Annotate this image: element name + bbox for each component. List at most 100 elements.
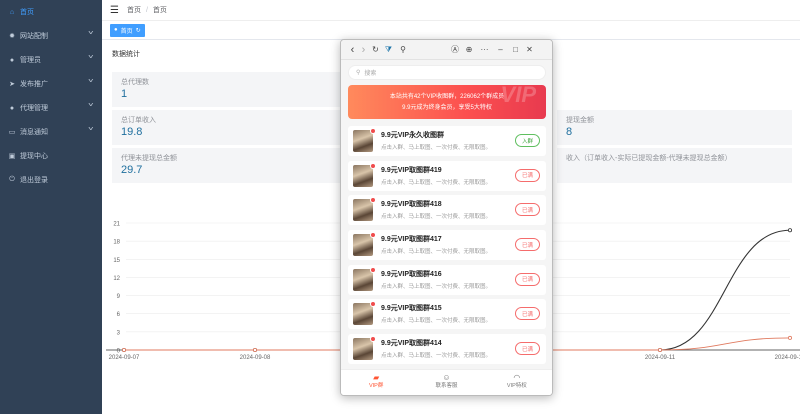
logout-icon: ⏻ xyxy=(9,176,15,183)
search-input[interactable]: ⚲ 搜索 xyxy=(348,65,546,80)
data-point xyxy=(658,347,663,352)
search-icon: ⚲ xyxy=(356,70,361,76)
y-tick-label: 0 xyxy=(117,349,121,355)
group-card[interactable]: 9.9元VIP取图群415 点击入群、马上取图、一次付费、无限取图。 已满 xyxy=(348,299,546,330)
group-thumbnail xyxy=(353,338,373,361)
refresh-icon[interactable]: ↻ xyxy=(369,45,382,54)
chevron-down-icon: ˅ xyxy=(88,103,95,109)
send-icon: ➤ xyxy=(9,81,15,88)
menu-toggle-icon[interactable]: ☰ xyxy=(110,5,119,16)
nav-item-2[interactable]: ◠ VIP特权 xyxy=(482,370,552,395)
message-icon: ▭ xyxy=(8,129,16,136)
group-title: 9.9元VIP取图群417 xyxy=(381,236,442,244)
stat-label: 总代理数 xyxy=(121,79,149,86)
data-point xyxy=(252,347,257,352)
data-point xyxy=(121,347,126,352)
promo-banner[interactable]: VIP 本站共有42个VIP收图群，226062个群成员 9.9元成为终身会员，… xyxy=(348,85,546,119)
nav-label: VIP群 xyxy=(368,383,384,389)
stat-value: 1 xyxy=(121,88,128,100)
search-placeholder: 搜索 xyxy=(364,71,377,77)
sidebar-item-2[interactable]: ● 管理员 ˅ xyxy=(0,48,102,72)
tags-bar: ● 首页 ↻ xyxy=(102,20,800,40)
back-icon[interactable]: ‹ xyxy=(347,44,358,56)
group-card[interactable]: 9.9元VIP取图群419 点击入群、马上取图、一次付费、无限取图。 已满 xyxy=(348,160,546,191)
browser-toolbar: ‹ › ↻ ⧩ ⚲ Ⓐ ⊕ ··· – □ ✕ xyxy=(341,40,552,60)
nav-label: 联系客服 xyxy=(435,383,458,389)
data-point xyxy=(788,228,793,233)
group-list: 9.9元VIP永久收图群 点击入群、马上取图、一次付费、无限取图。 入群 9.9元VI… xyxy=(348,126,546,369)
notification-dot xyxy=(370,197,376,204)
more-icon[interactable]: ··· xyxy=(476,45,493,54)
chevron-down-icon: ˅ xyxy=(88,79,95,85)
tag-home[interactable]: ● 首页 ↻ xyxy=(110,23,145,37)
nav-item-0[interactable]: ▰ VIP群 xyxy=(341,370,411,395)
globe-icon[interactable]: ⊕ xyxy=(462,45,476,54)
group-title: 9.9元VIP取图群419 xyxy=(381,166,442,174)
sidebar-item-1[interactable]: ✹ 网站配制 ˅ xyxy=(0,24,102,48)
full-button[interactable]: 已满 xyxy=(515,203,540,217)
stat-card-withdrawn: 提现金额 8 xyxy=(557,110,792,145)
sidebar-item-7[interactable]: ⏻ 退出登录 xyxy=(0,168,102,192)
sidebar-item-4[interactable]: ● 代理管理 ˅ xyxy=(0,96,102,120)
group-card[interactable]: 9.9元VIP取图群418 点击入群、马上取图、一次付费、无限取图。 已满 xyxy=(348,195,546,226)
user-icon: ● xyxy=(9,104,15,112)
y-tick-label: 15 xyxy=(113,258,120,264)
group-thumbnail xyxy=(353,199,373,222)
x-tick-label: 2024-09-07 xyxy=(109,355,140,360)
notification-dot xyxy=(370,232,376,239)
stat-value: 8 xyxy=(566,126,573,138)
stat-card-net-income: 收入（订单收入-实际已提现金额-代理未提现总金额） xyxy=(557,148,792,183)
group-card[interactable]: 9.9元VIP取图群414 点击入群、马上取图、一次付费、无限取图。 已满 xyxy=(348,334,546,365)
minimize-icon[interactable]: – xyxy=(493,45,508,54)
full-button[interactable]: 已满 xyxy=(515,168,540,182)
sidebar-item-label: 消息通知 xyxy=(20,129,48,136)
popup-content: ⚲ 搜索 VIP 本站共有42个VIP收图群，226062个群成员 9.9元成为… xyxy=(341,60,552,395)
refresh-icon[interactable]: ↻ xyxy=(136,27,141,34)
close-icon[interactable]: ✕ xyxy=(523,45,536,54)
user-icon: ● xyxy=(9,56,15,64)
group-card[interactable]: 9.9元VIP永久收图群 点击入群、马上取图、一次付费、无限取图。 入群 xyxy=(348,126,546,156)
sidebar-item-6[interactable]: ▣ 提现中心 xyxy=(0,144,102,168)
data-point xyxy=(788,335,793,340)
group-thumbnail xyxy=(353,234,373,257)
full-button[interactable]: 已满 xyxy=(515,307,540,321)
extension-icon[interactable]: ⧩ xyxy=(382,45,395,55)
full-button[interactable]: 已满 xyxy=(515,238,540,252)
vip-group-icon: ▰ xyxy=(373,373,380,382)
notification-dot xyxy=(370,128,376,134)
chevron-down-icon: ˅ xyxy=(88,55,95,61)
home-icon: ⌂ xyxy=(9,8,15,16)
nav-item-1[interactable]: ☺ 联系客服 xyxy=(411,370,481,395)
maximize-icon[interactable]: □ xyxy=(508,45,523,54)
y-tick-label: 3 xyxy=(117,330,121,336)
group-description: 点击入群、马上取图、一次付费、无限取图。 xyxy=(381,353,492,360)
sidebar-item-5[interactable]: ▭ 消息通知 ˅ xyxy=(0,120,102,144)
sidebar-item-3[interactable]: ➤ 发布推广 ˅ xyxy=(0,72,102,96)
forward-icon[interactable]: › xyxy=(358,44,369,56)
join-button[interactable]: 入群 xyxy=(515,134,540,147)
group-title: 9.9元VIP永久收图群 xyxy=(381,132,445,139)
stat-label: 收入（订单收入-实际已提现金额-代理未提现总金额） xyxy=(566,155,732,162)
profile-icon[interactable]: Ⓐ xyxy=(448,44,462,55)
stat-value: 29.7 xyxy=(121,164,143,176)
browser-popup-window: ‹ › ↻ ⧩ ⚲ Ⓐ ⊕ ··· – □ ✕ ⚲ 搜索 VIP 本站共有42个… xyxy=(340,39,553,396)
full-button[interactable]: 已满 xyxy=(515,342,540,356)
x-tick-label: 2024-09-12 xyxy=(775,355,800,360)
stat-card-orders: 总订单收入 19.8 xyxy=(112,110,342,145)
sidebar-item-label: 发布推广 xyxy=(20,81,48,88)
wallet-icon: ▣ xyxy=(8,153,16,160)
stat-label: 代理未提现总金额 xyxy=(121,155,177,162)
group-title: 9.9元VIP取图群418 xyxy=(381,201,442,209)
full-button[interactable]: 已满 xyxy=(515,272,540,286)
sidebar-item-label: 网站配制 xyxy=(20,33,48,40)
sidebar-item-0[interactable]: ⌂ 首页 xyxy=(0,0,102,24)
notification-dot xyxy=(370,336,376,343)
group-card[interactable]: 9.9元VIP取图群417 点击入群、马上取图、一次付费、无限取图。 已满 xyxy=(348,230,546,261)
group-title: 9.9元VIP取图群415 xyxy=(381,305,442,313)
group-description: 点击入群、马上取图、一次付费、无限取图。 xyxy=(381,214,492,221)
dot-icon: ● xyxy=(114,27,118,33)
breadcrumb-home[interactable]: 首页 xyxy=(127,5,141,15)
group-card[interactable]: 9.9元VIP取图群416 点击入群、马上取图、一次付费、无限取图。 已满 xyxy=(348,264,546,295)
sidebar-item-label: 提现中心 xyxy=(20,153,48,160)
zoom-icon[interactable]: ⚲ xyxy=(395,45,411,54)
